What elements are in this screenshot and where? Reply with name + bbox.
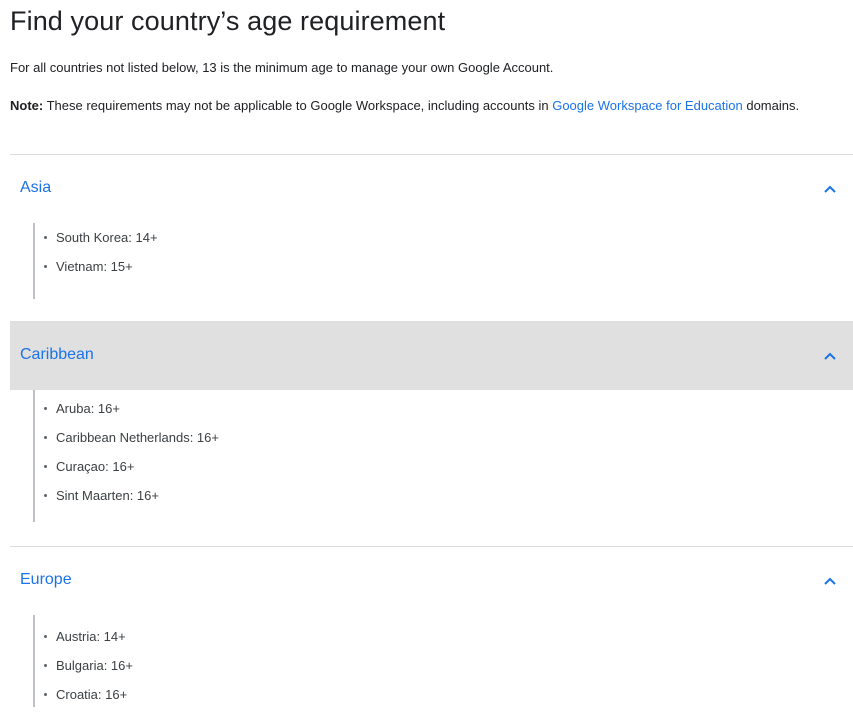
- page-title: Find your country’s age requirement: [10, 6, 446, 36]
- list-item-text: Sint Maarten: 16+: [56, 488, 159, 503]
- accordion-panel-asia: South Korea: 14+ Vietnam: 15+: [10, 223, 853, 321]
- panel-rule: [33, 615, 35, 707]
- list-item: Aruba: 16+: [44, 401, 219, 430]
- bullet: [44, 465, 47, 468]
- bullet: [44, 494, 47, 497]
- list-item-text: Curaçao: 16+: [56, 459, 135, 474]
- accordion-header-europe[interactable]: Europe: [10, 547, 853, 615]
- chevron-up-icon: [824, 185, 836, 193]
- country-list-asia: South Korea: 14+ Vietnam: 15+: [44, 230, 158, 288]
- accordion-europe: Europe Austria: 14+ Bulgaria: 16+ Croati…: [10, 546, 853, 707]
- accordion-asia: Asia South Korea: 14+ Vietnam: 15+: [10, 154, 853, 321]
- bullet: [44, 407, 47, 410]
- accordion-title-europe: Europe: [20, 571, 72, 588]
- accordion-header-caribbean[interactable]: Caribbean: [10, 322, 853, 390]
- accordion-panel-europe: Austria: 14+ Bulgaria: 16+ Croatia: 16+: [10, 615, 853, 707]
- bullet: [44, 635, 47, 638]
- list-item-text: Bulgaria: 16+: [56, 658, 133, 673]
- list-item: Vietnam: 15+: [44, 259, 158, 288]
- list-item-text: Austria: 14+: [56, 629, 126, 644]
- bullet: [44, 265, 47, 268]
- accordion-header-asia[interactable]: Asia: [10, 155, 853, 223]
- list-item: Caribbean Netherlands: 16+: [44, 430, 219, 459]
- accordion-caribbean: Caribbean Aruba: 16+ Caribbean Netherlan…: [10, 321, 853, 545]
- accordion-title-asia: Asia: [20, 179, 52, 196]
- intro-text: For all countries not listed below, 13 i…: [10, 60, 554, 75]
- list-item: Austria: 14+: [44, 629, 133, 658]
- workspace-education-link[interactable]: Google Workspace for Education: [552, 98, 743, 113]
- list-item: Sint Maarten: 16+: [44, 488, 219, 517]
- accordion-panel-caribbean: Aruba: 16+ Caribbean Netherlands: 16+ Cu…: [10, 390, 853, 545]
- country-list-caribbean: Aruba: 16+ Caribbean Netherlands: 16+ Cu…: [44, 401, 219, 517]
- panel-rule: [33, 223, 35, 299]
- list-item-text: Caribbean Netherlands: 16+: [56, 430, 219, 445]
- list-item: Curaçao: 16+: [44, 459, 219, 488]
- chevron-up-icon: [824, 577, 836, 585]
- list-item-text: South Korea: 14+: [56, 230, 158, 245]
- list-item-text: Croatia: 16+: [56, 687, 128, 702]
- list-item: South Korea: 14+: [44, 230, 158, 259]
- bullet: [44, 693, 47, 696]
- bullet: [44, 236, 47, 239]
- bullet: [44, 664, 47, 667]
- list-item: Croatia: 16+: [44, 687, 133, 716]
- list-item-text: Vietnam: 15+: [56, 259, 133, 274]
- bullet: [44, 436, 47, 439]
- chevron-up-icon: [824, 352, 836, 360]
- note-tail: domains.: [742, 98, 800, 113]
- accordion-title-caribbean: Caribbean: [20, 346, 94, 363]
- country-list-europe: Austria: 14+ Bulgaria: 16+ Croatia: 16+: [44, 629, 133, 716]
- note-body: These requirements may not be applicable…: [43, 98, 553, 113]
- note-text: Note: These requirements may not be appl…: [10, 96, 810, 116]
- list-item-text: Aruba: 16+: [56, 401, 120, 416]
- list-item: Bulgaria: 16+: [44, 658, 133, 687]
- note-label: Note:: [10, 98, 44, 113]
- panel-rule: [33, 390, 35, 522]
